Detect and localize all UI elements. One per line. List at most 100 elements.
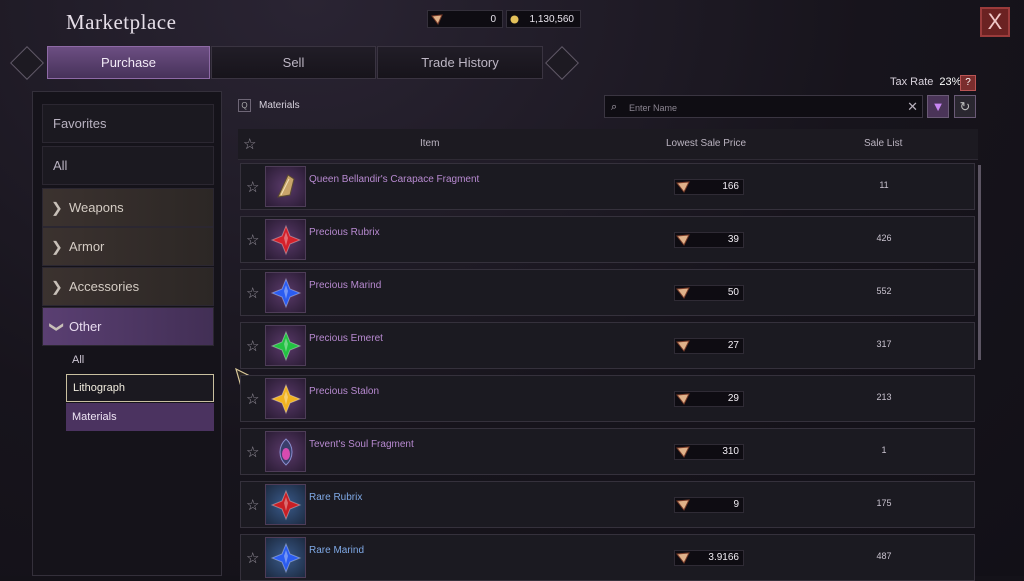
sidebar-item-weapons[interactable]: ❯ Weapons bbox=[42, 188, 214, 227]
search-icon: ⌕ bbox=[611, 101, 618, 113]
table-row[interactable]: ☆ Precious Emeret 27 317 bbox=[240, 322, 975, 369]
favorite-star-icon[interactable]: ☆ bbox=[246, 549, 259, 567]
tax-rate-label: Tax Rate bbox=[890, 76, 934, 88]
tab-purchase[interactable]: Purchase bbox=[47, 46, 210, 79]
sale-list-count: 213 bbox=[876, 392, 892, 402]
column-header-item[interactable]: Item bbox=[420, 138, 439, 149]
table-row[interactable]: ☆ Queen Bellandir's Carapace Fragment 16… bbox=[240, 163, 975, 210]
tax-rate: Tax Rate 23% bbox=[890, 76, 961, 88]
sale-list-count: 317 bbox=[876, 339, 892, 349]
filter-icon: ▼ bbox=[931, 99, 945, 114]
sale-list-count: 552 bbox=[876, 286, 892, 296]
favorite-star-icon[interactable]: ☆ bbox=[246, 178, 259, 196]
table-row[interactable]: ☆ Precious Rubrix 39 426 bbox=[240, 216, 975, 263]
chevron-right-icon: ❯ bbox=[51, 199, 63, 215]
tax-rate-value: 23% bbox=[939, 76, 962, 88]
scrollbar[interactable] bbox=[978, 165, 981, 360]
breadcrumb-label: Materials bbox=[259, 100, 300, 111]
sub-item-lithograph[interactable]: Lithograph bbox=[66, 374, 214, 402]
search-box: ⌕ ✕ bbox=[604, 95, 923, 118]
sidebar-item-armor[interactable]: ❯ Armor bbox=[42, 227, 214, 266]
item-name: Rare Rubrix bbox=[309, 492, 363, 503]
sidebar-item-all[interactable]: All bbox=[42, 146, 214, 185]
tab-bar: Purchase Sell Trade History bbox=[10, 46, 579, 80]
sub-item-materials[interactable]: Materials bbox=[66, 403, 214, 431]
favorite-star-icon[interactable]: ☆ bbox=[246, 496, 259, 514]
search-input[interactable] bbox=[627, 99, 901, 116]
column-header-count[interactable]: Sale List bbox=[864, 138, 902, 149]
gold-coin-icon bbox=[510, 15, 519, 24]
sidebar-item-accessories[interactable]: ❯ Accessories bbox=[42, 267, 214, 306]
red-gem-icon bbox=[265, 484, 306, 525]
tax-help-button[interactable]: ? bbox=[960, 75, 976, 91]
chevron-right-icon: ❯ bbox=[51, 238, 63, 254]
sidebar-item-other[interactable]: ❯ Other bbox=[42, 307, 214, 346]
clear-search-icon[interactable]: ✕ bbox=[907, 99, 918, 115]
crystal-icon bbox=[431, 14, 443, 25]
tab-sell[interactable]: Sell bbox=[211, 46, 376, 79]
refresh-icon: ↻ bbox=[959, 98, 971, 114]
favorite-star-icon[interactable]: ☆ bbox=[246, 443, 259, 461]
favorite-filter-icon[interactable]: ☆ bbox=[243, 135, 256, 153]
favorite-star-icon[interactable]: ☆ bbox=[246, 337, 259, 355]
chevron-right-icon: ❯ bbox=[51, 278, 63, 294]
crystal-amount: 0 bbox=[490, 13, 496, 25]
yellow-gem-icon bbox=[265, 378, 306, 419]
carapace-icon bbox=[265, 166, 306, 207]
sidebar-item-label: Other bbox=[69, 319, 102, 334]
crystal-icon bbox=[676, 287, 690, 299]
tab-right-ornament bbox=[545, 46, 579, 80]
sale-list-count: 175 bbox=[876, 498, 892, 508]
red-gem-icon bbox=[265, 219, 306, 260]
tab-left-ornament bbox=[10, 46, 44, 80]
item-name: Tevent's Soul Fragment bbox=[309, 439, 414, 450]
category-indicator-icon: Q bbox=[238, 99, 251, 112]
item-name: Rare Marind bbox=[309, 545, 365, 556]
item-name: Queen Bellandir's Carapace Fragment bbox=[309, 174, 480, 185]
item-name: Precious Stalon bbox=[309, 386, 380, 397]
favorite-star-icon[interactable]: ☆ bbox=[246, 390, 259, 408]
sidebar-item-favorites[interactable]: Favorites bbox=[42, 104, 214, 143]
sale-list-count: 1 bbox=[881, 445, 887, 455]
sale-list-count: 487 bbox=[876, 551, 892, 561]
table-row[interactable]: ☆ Rare Marind 3.9166 487 bbox=[240, 534, 975, 581]
soul-fragment-icon bbox=[265, 431, 306, 472]
sale-list-count: 426 bbox=[876, 233, 892, 243]
item-name: Precious Rubrix bbox=[309, 227, 380, 238]
crystal-icon bbox=[676, 181, 690, 193]
table-row[interactable]: ☆ Precious Stalon 29 213 bbox=[240, 375, 975, 422]
favorite-star-icon[interactable]: ☆ bbox=[246, 231, 259, 249]
sub-item-all[interactable]: All bbox=[66, 346, 214, 374]
chevron-down-icon: ❯ bbox=[49, 320, 66, 333]
refresh-button[interactable]: ↻ bbox=[954, 95, 976, 118]
tab-trade-history[interactable]: Trade History bbox=[377, 46, 543, 79]
crystal-icon bbox=[676, 393, 690, 405]
filter-button[interactable]: ▼ bbox=[927, 95, 949, 118]
category-sidebar: Favorites All ❯ Weapons ❯ Armor ❯ Accessori… bbox=[32, 91, 222, 576]
sidebar-item-label: Accessories bbox=[69, 279, 140, 294]
favorite-star-icon[interactable]: ☆ bbox=[246, 284, 259, 302]
table-header: ☆ Item Lowest Sale Price Sale List bbox=[238, 129, 978, 160]
table-row[interactable]: ☆ Tevent's Soul Fragment 310 1 bbox=[240, 428, 975, 475]
sidebar-item-label: Weapons bbox=[69, 200, 124, 215]
table-row[interactable]: ☆ Precious Marind 50 552 bbox=[240, 269, 975, 316]
item-name: Precious Marind bbox=[309, 280, 382, 291]
green-gem-icon bbox=[265, 325, 306, 366]
crystal-balance: 0 bbox=[427, 10, 503, 28]
table-row[interactable]: ☆ Rare Rubrix 9 175 bbox=[240, 481, 975, 528]
crystal-icon bbox=[676, 552, 690, 564]
sale-list-count: 11 bbox=[879, 180, 889, 190]
crystal-icon bbox=[676, 234, 690, 246]
blue-gem-icon bbox=[265, 272, 306, 313]
crystal-icon bbox=[676, 499, 690, 511]
close-button[interactable]: X bbox=[980, 7, 1010, 37]
item-name: Precious Emeret bbox=[309, 333, 383, 344]
gold-amount: 1,130,560 bbox=[529, 13, 575, 25]
column-header-price[interactable]: Lowest Sale Price bbox=[666, 138, 746, 149]
crystal-icon bbox=[676, 340, 690, 352]
sidebar-item-label: Armor bbox=[69, 239, 105, 254]
window-title: Marketplace bbox=[66, 10, 177, 34]
breadcrumb: Q Materials bbox=[238, 99, 300, 112]
crystal-icon bbox=[676, 446, 690, 458]
blue-gem-icon bbox=[265, 537, 306, 578]
